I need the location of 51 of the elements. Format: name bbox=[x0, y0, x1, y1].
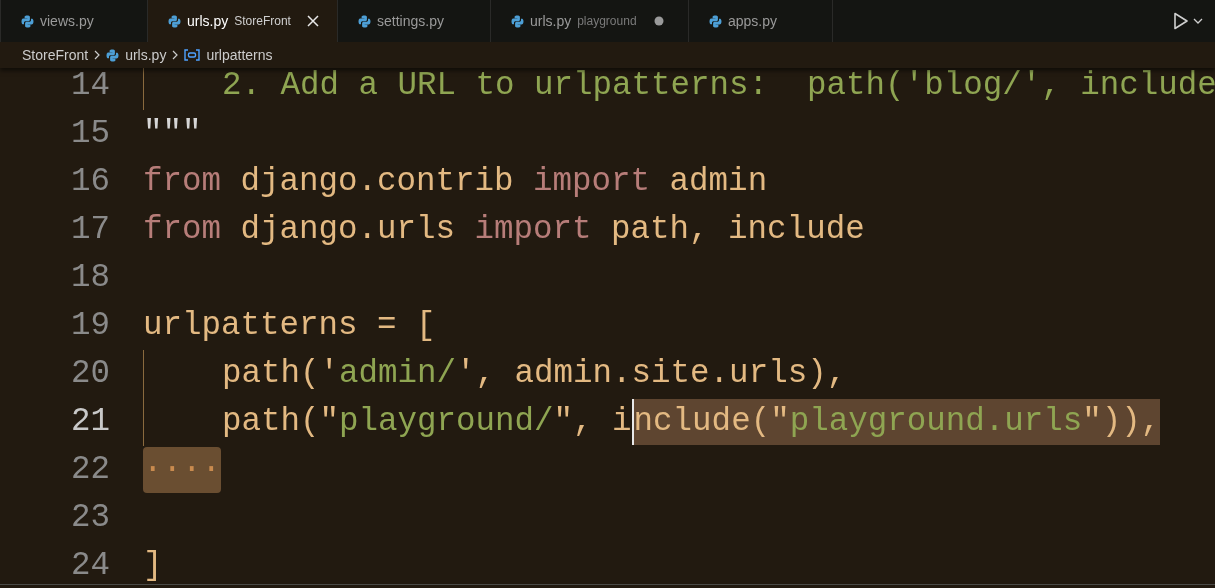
line-number: 20 bbox=[70, 353, 110, 394]
line-number: 19 bbox=[70, 305, 110, 346]
whitespace-marker: ···· bbox=[143, 447, 221, 493]
line-number: 17 bbox=[70, 209, 110, 250]
code-token: import bbox=[533, 161, 651, 202]
code-token: path, include bbox=[610, 209, 865, 250]
chevron-right-icon bbox=[172, 50, 179, 60]
code-token: ', admin.site.urls), bbox=[456, 353, 847, 394]
code-token: path(' bbox=[221, 353, 340, 394]
line-number: 14 bbox=[70, 65, 110, 106]
code-token: 2. Add a URL to urlpatterns: path('blog/', include bbox=[221, 65, 1215, 106]
code-token: ] bbox=[143, 545, 163, 586]
variable-icon bbox=[184, 49, 201, 61]
line-number: 24 bbox=[70, 545, 110, 586]
line-number: 16 bbox=[70, 161, 110, 202]
python-icon bbox=[168, 14, 181, 28]
code-token: """ bbox=[143, 113, 202, 154]
breadcrumb-item[interactable]: StoreFront bbox=[22, 44, 89, 66]
line-number: 18 bbox=[70, 257, 110, 298]
code-token: from bbox=[143, 161, 221, 202]
code-token: django.contrib bbox=[239, 161, 515, 202]
line-number: 22 bbox=[70, 449, 110, 490]
python-icon bbox=[106, 48, 120, 62]
code-token: django.urls bbox=[239, 209, 457, 250]
breadcrumb-item[interactable]: urlpatterns bbox=[206, 44, 273, 66]
code-token: ")), bbox=[1082, 399, 1161, 445]
line-number: 23 bbox=[70, 497, 110, 538]
run-icon[interactable] bbox=[1173, 12, 1189, 30]
code-token: playground.urls bbox=[789, 399, 1083, 445]
code-token: path(" bbox=[221, 401, 340, 442]
close-icon[interactable] bbox=[306, 15, 319, 27]
editor-tab[interactable]: urls.py StoreFront bbox=[147, 0, 337, 42]
line-number: 15 bbox=[70, 113, 110, 154]
chevron-right-icon bbox=[94, 50, 101, 60]
python-icon bbox=[708, 14, 722, 28]
python-icon bbox=[358, 14, 371, 28]
line-number: 21 bbox=[70, 401, 110, 442]
python-icon bbox=[510, 14, 524, 28]
code-token: urlpatterns = [ bbox=[143, 305, 436, 346]
code-token: admin/ bbox=[339, 353, 457, 394]
code-token: nclude(" bbox=[633, 399, 790, 445]
code-token: import bbox=[474, 209, 592, 250]
breadcrumb-item[interactable]: urls.py bbox=[125, 44, 167, 66]
code-token: ", i bbox=[553, 401, 632, 442]
code-token: playground/ bbox=[339, 401, 554, 442]
chevron-down-icon[interactable] bbox=[1193, 18, 1203, 24]
unsaved-dot-icon bbox=[653, 16, 664, 26]
code-token: admin bbox=[668, 161, 768, 202]
text-cursor bbox=[631, 399, 634, 445]
python-icon bbox=[21, 14, 34, 28]
code-token: from bbox=[143, 209, 221, 250]
